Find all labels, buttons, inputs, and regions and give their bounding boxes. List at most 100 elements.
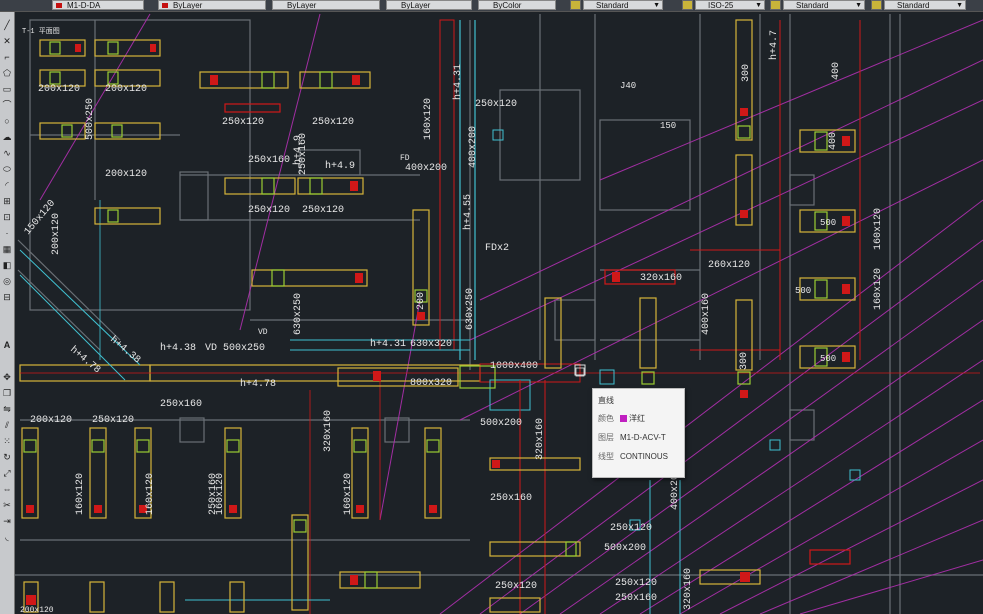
circle-icon[interactable]: ○ bbox=[2, 116, 12, 126]
mleader-style-icon[interactable] bbox=[871, 0, 882, 10]
object-tooltip: 直线 颜色 洋红 图层 M1-D-ACV-T 线型 CONTINOUS bbox=[592, 388, 685, 478]
damper-label: VD bbox=[258, 328, 268, 337]
dim-label: 160x120 bbox=[343, 473, 354, 515]
dim-label: 1000x400 bbox=[490, 361, 538, 372]
dim-label: 250x160 bbox=[208, 473, 219, 515]
properties-toolbar: M1-D-DA ByLayer ByLayer ByLayer ByColor … bbox=[0, 0, 983, 12]
dim-label: 200x120 bbox=[30, 415, 72, 426]
offset-icon[interactable]: ⫽ bbox=[2, 420, 12, 430]
text-style-dropdown[interactable]: Standard ▼ bbox=[583, 0, 663, 10]
table-style-dropdown[interactable]: Standard ▼ bbox=[783, 0, 865, 10]
cloud-icon[interactable]: ☁ bbox=[2, 132, 12, 142]
gradient-icon[interactable]: ◧ bbox=[2, 260, 12, 270]
dim-label: 250x160 bbox=[248, 155, 290, 166]
fillet-icon[interactable]: ◟ bbox=[2, 532, 12, 542]
make-block-icon[interactable]: ⊡ bbox=[2, 212, 12, 222]
dim-label: 250x120 bbox=[312, 117, 354, 128]
dim-label: 200x120 bbox=[51, 213, 62, 255]
table-icon[interactable]: ⊟ bbox=[2, 292, 12, 302]
dim-label: 200x120 bbox=[20, 606, 54, 614]
linetype-dropdown[interactable]: ByLayer bbox=[272, 0, 380, 10]
drawing-title: T-1 平面图 bbox=[22, 27, 60, 36]
dim-label: FDx2 bbox=[485, 243, 509, 254]
dim-label: 500 bbox=[820, 354, 836, 364]
polygon-icon[interactable]: ⬠ bbox=[2, 68, 12, 78]
plotstyle-dropdown[interactable]: ByColor bbox=[478, 0, 556, 10]
arc-icon[interactable]: ⌒ bbox=[2, 100, 12, 110]
dim-label: 160x120 bbox=[873, 268, 884, 310]
table-style-icon[interactable] bbox=[770, 0, 781, 10]
point-icon[interactable]: · bbox=[2, 228, 12, 238]
layer-dropdown[interactable]: M1-D-DA bbox=[52, 0, 144, 10]
dim-label: 500x250 bbox=[85, 98, 96, 140]
dim-label: 400x200 bbox=[468, 126, 479, 168]
room-label: 150 bbox=[660, 121, 676, 131]
stretch-icon[interactable]: ⇔ bbox=[2, 484, 12, 494]
spline-icon[interactable]: ∿ bbox=[2, 148, 12, 158]
lineweight-dropdown[interactable]: ByLayer bbox=[386, 0, 472, 10]
ellipse-arc-icon[interactable]: ◜ bbox=[2, 180, 12, 190]
region-icon[interactable]: ◎ bbox=[2, 276, 12, 286]
dim-label: 250x160 bbox=[615, 593, 657, 604]
dim-label: h+4.31 bbox=[452, 64, 464, 100]
dim-label: 800x320 bbox=[410, 378, 452, 389]
rectangle-icon[interactable]: ▭ bbox=[2, 84, 12, 94]
dim-label: h+4.38 bbox=[160, 342, 196, 354]
dim-label: 400 bbox=[831, 62, 842, 80]
chevron-down-icon: ▼ bbox=[755, 2, 762, 9]
dim-style-icon[interactable] bbox=[682, 0, 693, 10]
dim-label: h+4.55 bbox=[462, 194, 474, 230]
dim-label: 320x160 bbox=[535, 418, 546, 460]
dim-label: 630x320 bbox=[410, 339, 452, 350]
dim-label: 630x250 bbox=[293, 293, 304, 335]
mtext-icon[interactable]: A bbox=[2, 340, 12, 350]
dim-style-dropdown[interactable]: ISO-25 ▼ bbox=[695, 0, 765, 10]
move-icon[interactable]: ✥ bbox=[2, 372, 12, 382]
dim-label: 250x120 bbox=[92, 415, 134, 426]
dim-label: 160x120 bbox=[145, 473, 156, 515]
dim-label: 160x120 bbox=[423, 98, 434, 140]
chevron-down-icon: ▼ bbox=[956, 2, 963, 9]
dim-label: 250x120 bbox=[302, 205, 344, 216]
color-dropdown[interactable]: ByLayer bbox=[158, 0, 266, 10]
tooltip-color-row: 颜色 洋红 bbox=[598, 414, 645, 423]
dim-label: 400 bbox=[828, 132, 839, 150]
dim-label: h+4.9 bbox=[292, 135, 304, 165]
dim-label: 500 bbox=[820, 218, 836, 228]
scale-icon[interactable]: ⤢ bbox=[2, 468, 12, 478]
hatch-icon[interactable]: ▦ bbox=[2, 244, 12, 254]
text-style-icon[interactable] bbox=[570, 0, 581, 10]
construction-line-icon[interactable]: ✕ bbox=[2, 36, 12, 46]
dim-label: 200x120 bbox=[105, 169, 147, 180]
dim-label: 250x120 bbox=[495, 581, 537, 592]
dim-label: 630x250 bbox=[465, 288, 476, 330]
damper-label: FD bbox=[400, 154, 410, 163]
tooltip-linetype-row: 线型 CONTINOUS bbox=[598, 452, 668, 461]
drawing-canvas[interactable]: T-1 平面图 200x120 200x120 250x120 250x120 … bbox=[15, 12, 983, 614]
dim-label: 320x160 bbox=[323, 410, 334, 452]
dim-label: 500x200 bbox=[604, 543, 646, 554]
dim-label: 160x120 bbox=[873, 208, 884, 250]
dim-label: VD 500x250 bbox=[205, 343, 265, 354]
dim-label: 500 bbox=[795, 286, 811, 296]
insert-block-icon[interactable]: ⊞ bbox=[2, 196, 12, 206]
trim-icon[interactable]: ✂ bbox=[2, 500, 12, 510]
ellipse-icon[interactable]: ⬭ bbox=[2, 164, 12, 174]
dim-label: 200x120 bbox=[105, 84, 147, 95]
extend-icon[interactable]: ⇥ bbox=[2, 516, 12, 526]
copy-icon[interactable]: ❐ bbox=[2, 388, 12, 398]
mleader-style-dropdown[interactable]: Standard ▼ bbox=[884, 0, 966, 10]
rotate-icon[interactable]: ↻ bbox=[2, 452, 12, 462]
dim-label: 400x160 bbox=[701, 293, 712, 335]
draw-toolbar: ╱ ✕ ⌐ ⬠ ▭ ⌒ ○ ☁ ∿ ⬭ ◜ ⊞ ⊡ · ▦ ◧ ◎ ⊟ A ✥ … bbox=[0, 12, 15, 614]
dim-label: 300 bbox=[741, 64, 752, 82]
polyline-icon[interactable]: ⌐ bbox=[2, 52, 12, 62]
array-icon[interactable]: ⁙ bbox=[2, 436, 12, 446]
room-label: J40 bbox=[620, 81, 636, 91]
line-tool-icon[interactable]: ╱ bbox=[2, 20, 12, 30]
dim-label: 250x120 bbox=[610, 523, 652, 534]
chevron-down-icon: ▼ bbox=[653, 2, 660, 9]
dim-label: 320x160 bbox=[640, 273, 682, 284]
mirror-icon[interactable]: ⇋ bbox=[2, 404, 12, 414]
tooltip-title: 直线 bbox=[598, 396, 614, 405]
